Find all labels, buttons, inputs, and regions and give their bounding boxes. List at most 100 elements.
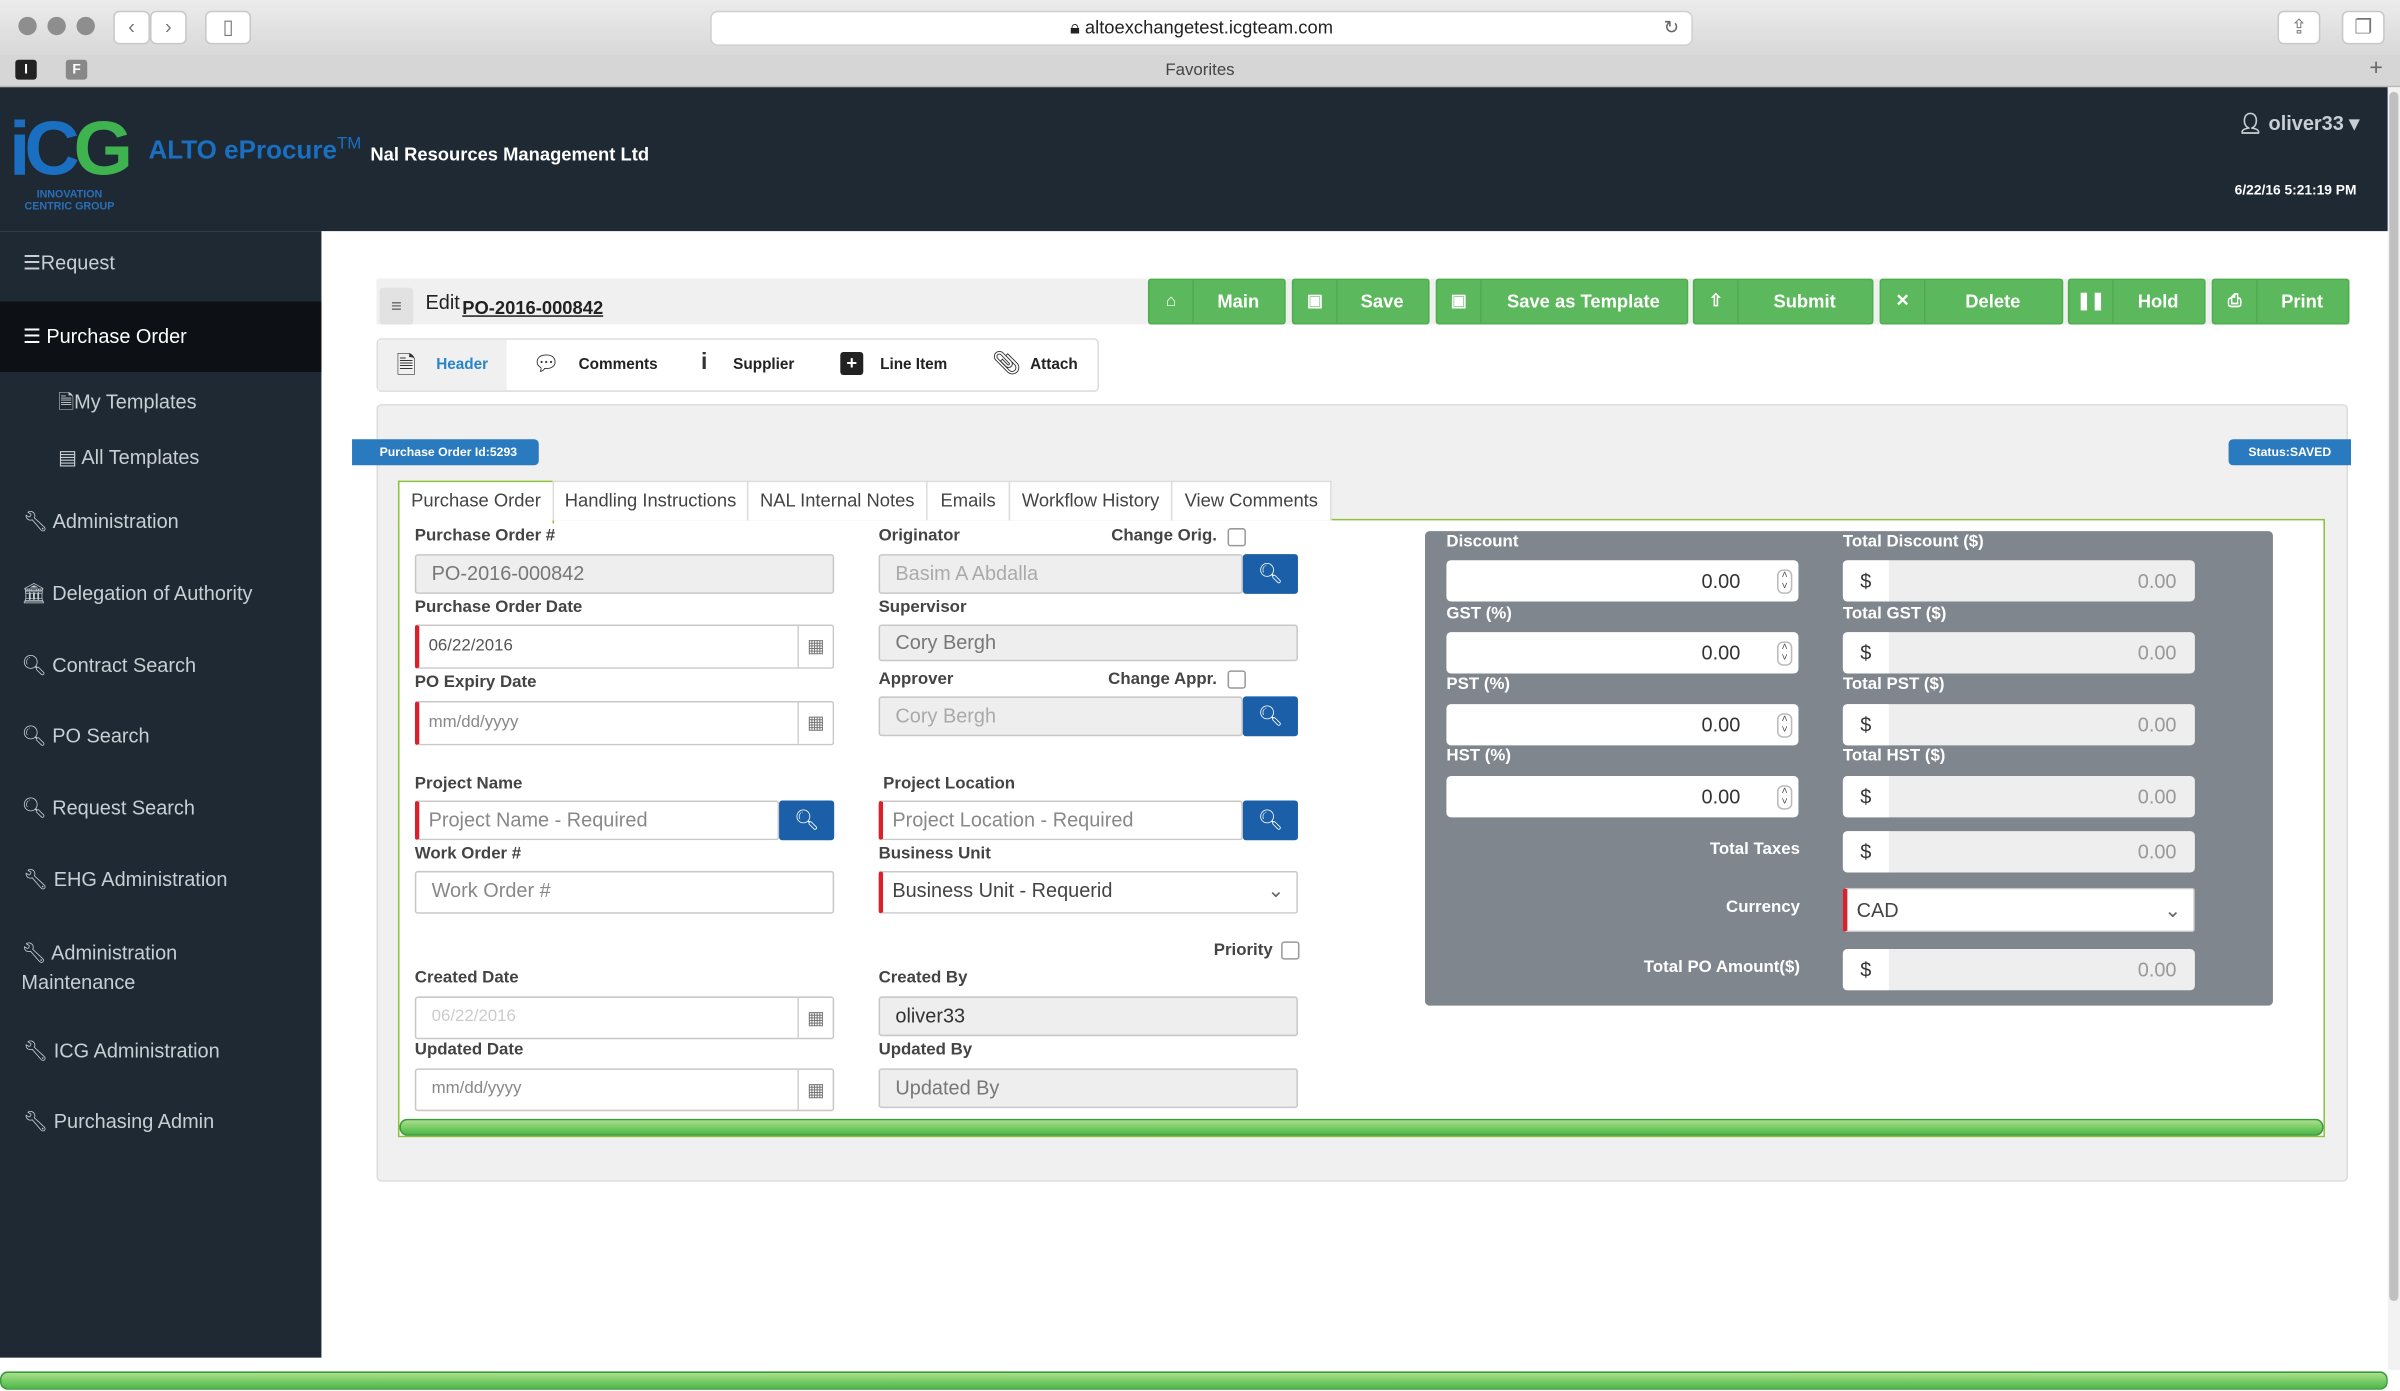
- approver-search-button[interactable]: 🔍︎: [1242, 696, 1298, 737]
- sidebar-item-all-templates[interactable]: ▤ All Templates: [0, 445, 380, 469]
- discount-label: Discount: [1446, 532, 1519, 552]
- favorite-tab[interactable]: F: [65, 59, 88, 80]
- spinner-icon[interactable]: ˄ ˅: [1777, 785, 1793, 810]
- hst-input[interactable]: 0.00 ˄ ˅: [1446, 776, 1799, 818]
- hold-button[interactable]: ❚❚ Hold: [2067, 278, 2206, 325]
- discount-input[interactable]: 0.00 ˄ ˅: [1446, 560, 1799, 602]
- calendar-icon[interactable]: ▦: [797, 626, 832, 668]
- upload-icon: ⇧: [1694, 280, 1739, 323]
- sidebar-toggle-icon[interactable]: ▯: [205, 10, 252, 45]
- total-po-amount-field: $0.00: [1842, 948, 2195, 991]
- originator-search-button[interactable]: 🔍︎: [1242, 554, 1298, 594]
- supervisor-label: Supervisor: [878, 598, 967, 617]
- po-number-field[interactable]: PO-2016-000842: [414, 554, 835, 594]
- spinner-icon[interactable]: ˄ ˅: [1777, 641, 1793, 666]
- floppy-icon: ▣: [1437, 280, 1482, 323]
- sidebar-item-delegation-of-authority[interactable]: 🏛︎ Delegation of Authority: [0, 582, 343, 606]
- favorites-label: Favorites: [1165, 61, 1235, 80]
- change-originator-checkbox[interactable]: [1227, 528, 1246, 547]
- total-hst-field: $0.00: [1842, 776, 2195, 818]
- project-name-search-button[interactable]: 🔍︎: [779, 800, 835, 841]
- sidebar-item-ehg-administration[interactable]: 🔧︎ EHG Administration: [0, 868, 344, 892]
- close-icon: ✕: [1881, 280, 1926, 323]
- status-badge: Status:SAVED: [2228, 439, 2352, 466]
- po-date-field[interactable]: 06/22/2016 ▦: [414, 624, 835, 669]
- close-window-button[interactable]: [18, 16, 37, 36]
- tab-emails[interactable]: Emails: [926, 480, 1011, 521]
- supervisor-field: Cory Bergh: [878, 624, 1298, 662]
- sidebar-item-icg-administration[interactable]: 🔧︎ ICG Administration: [0, 1039, 344, 1063]
- sidebar-item-my-templates[interactable]: 🗎︎My Templates: [0, 389, 380, 423]
- tab-purchase-order[interactable]: Purchase Order: [397, 480, 555, 524]
- minimize-window-button[interactable]: [47, 16, 66, 36]
- tabs-icon[interactable]: ❐: [2341, 10, 2385, 45]
- favorite-tab[interactable]: I: [15, 59, 37, 80]
- po-date-label: Purchase Order Date: [414, 598, 583, 617]
- tab-workflow-history[interactable]: Workflow History: [1008, 480, 1173, 521]
- address-bar[interactable]: 🔒︎ altoexchangetest.icgteam.com ↻: [710, 10, 1693, 46]
- save-as-template-button[interactable]: ▣ Save as Template: [1435, 278, 1689, 325]
- submit-button[interactable]: ⇧ Submit: [1692, 278, 1874, 325]
- page-horizontal-scrollbar[interactable]: [0, 1371, 2388, 1390]
- horizontal-scrollbar[interactable]: [399, 1118, 2324, 1136]
- calendar-icon[interactable]: ▦: [797, 702, 832, 744]
- save-button[interactable]: ▣ Save: [1291, 278, 1430, 325]
- po-number-link[interactable]: PO-2016-000842: [462, 297, 603, 318]
- logo-subtitle: INNOVATION CENTRIC GROUP: [24, 189, 115, 213]
- spinner-icon[interactable]: ˄ ˅: [1777, 569, 1793, 594]
- pause-icon: ❚❚: [2069, 280, 2114, 323]
- sidebar-item-request[interactable]: ☰Request: [0, 251, 344, 275]
- print-button[interactable]: ⎙ Print: [2211, 278, 2350, 325]
- approver-field: Cory Bergh: [878, 696, 1243, 737]
- calendar-icon[interactable]: ▦: [797, 1069, 832, 1110]
- pst-input[interactable]: 0.00 ˄ ˅: [1446, 704, 1799, 746]
- created-by-field: oliver33: [878, 996, 1298, 1037]
- sidebar-item-administration[interactable]: 🔧︎ Administration: [0, 510, 344, 534]
- total-po-amount-label: Total PO Amount($): [1643, 958, 1800, 977]
- reload-icon[interactable]: ↻: [1664, 12, 1679, 44]
- icg-logo: iCG: [9, 105, 133, 192]
- sidebar-item-purchasing-admin[interactable]: 🔧︎ Purchasing Admin: [0, 1110, 344, 1134]
- sidebar-item-request-search[interactable]: 🔍︎ Request Search: [0, 796, 343, 820]
- sidebar-item-administration-maintenance[interactable]: 🔧︎ Administration Maintenance: [0, 938, 205, 996]
- work-order-label: Work Order #: [414, 844, 522, 864]
- vertical-scrollbar[interactable]: [2389, 91, 2399, 1302]
- spinner-icon[interactable]: ˄ ˅: [1777, 713, 1793, 738]
- project-location-search-button[interactable]: 🔍︎: [1242, 800, 1298, 841]
- change-originator-label: Change Orig.: [1111, 526, 1217, 545]
- business-unit-select[interactable]: Business Unit - Requerid ⌄: [878, 870, 1298, 914]
- step-header[interactable]: 🗎︎ Header: [378, 339, 507, 391]
- floppy-icon: ▣: [1293, 280, 1338, 323]
- zoom-window-button[interactable]: [76, 16, 95, 36]
- currency-select[interactable]: CAD ⌄: [1842, 887, 2195, 933]
- tab-handling-instructions[interactable]: Handling Instructions: [552, 480, 749, 521]
- total-taxes-label: Total Taxes: [1709, 840, 1800, 859]
- menu-toggle-icon[interactable]: ≡: [379, 287, 414, 325]
- gst-input[interactable]: 0.00 ˄ ˅: [1446, 632, 1799, 674]
- work-order-field[interactable]: Work Order #: [414, 870, 835, 914]
- po-expiry-field[interactable]: mm/dd/yyyy ▦: [414, 701, 835, 746]
- back-icon[interactable]: ‹: [113, 10, 150, 45]
- tab-nal-internal-notes[interactable]: NAL Internal Notes: [746, 480, 928, 521]
- search-icon: 🔍︎: [1257, 808, 1284, 832]
- delete-button[interactable]: ✕ Delete: [1879, 278, 2064, 325]
- total-taxes-field: $0.00: [1842, 831, 2195, 873]
- total-gst-label: Total GST ($): [1842, 604, 1947, 623]
- sidebar-item-contract-search[interactable]: 🔍︎ Contract Search: [0, 654, 343, 678]
- updated-date-field[interactable]: mm/dd/yyyy ▦: [414, 1068, 835, 1112]
- file-icon: 🗎︎: [58, 390, 75, 414]
- priority-checkbox[interactable]: [1281, 941, 1300, 960]
- forward-icon[interactable]: ›: [149, 10, 187, 45]
- main-button[interactable]: ⌂ Main: [1147, 278, 1286, 325]
- project-name-field[interactable]: Project Name - Required: [414, 800, 780, 841]
- change-approver-checkbox[interactable]: [1227, 670, 1246, 689]
- tab-view-comments[interactable]: View Comments: [1170, 480, 1332, 521]
- sidebar-item-purchase-order[interactable]: ☰ Purchase Order: [0, 301, 322, 372]
- user-menu[interactable]: 👤︎ oliver33 ▾: [2238, 112, 2360, 136]
- share-icon[interactable]: ⇪: [2277, 10, 2321, 45]
- search-icon: 🔍︎: [1257, 561, 1284, 585]
- project-location-field[interactable]: Project Location - Required: [878, 800, 1243, 841]
- new-tab-icon[interactable]: +: [2369, 55, 2382, 81]
- search-icon: 🔍︎: [793, 808, 820, 832]
- sidebar-item-po-search[interactable]: 🔍︎ PO Search: [0, 724, 343, 748]
